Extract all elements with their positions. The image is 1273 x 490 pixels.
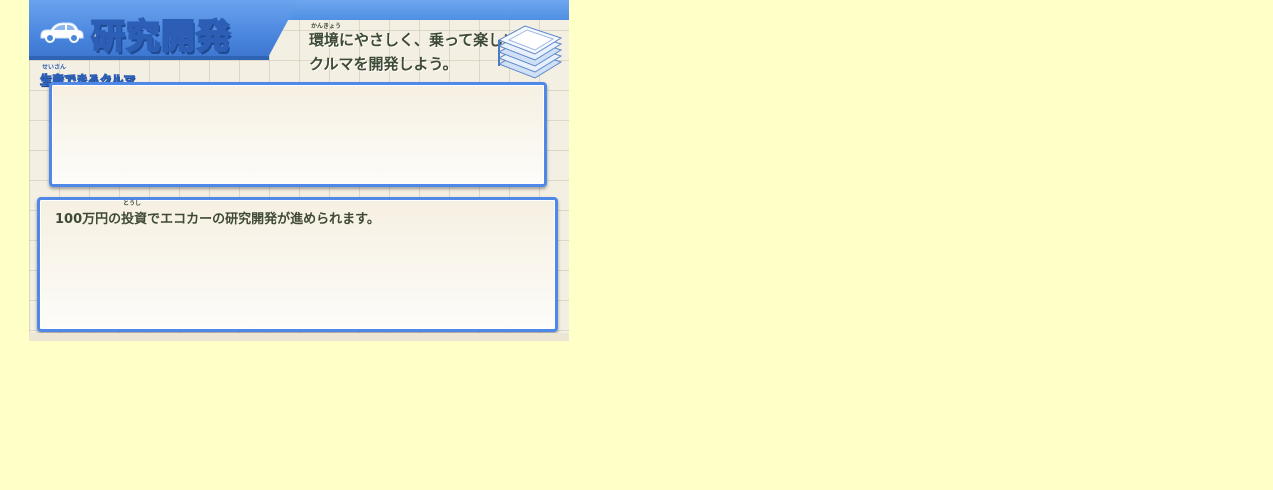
ruby-toushi: とうし (123, 200, 142, 207)
book-stack-icon (497, 25, 563, 79)
info-panel: とうし 100万円の投資でエコカーの研究開発が進められます。 (37, 197, 558, 332)
description-line-1: 環境にやさしく、乗って楽しい (309, 31, 519, 49)
game-screen: 研究開発 かんきょう 環境にやさしく、乗って楽しい クルマを開発しよう。 せいさ… (29, 0, 569, 341)
info-text: 100万円の投資でエコカーの研究開発が進められます。 (55, 212, 380, 227)
section-ruby: せいさん (42, 64, 67, 71)
description-line-2: クルマを開発しよう。 (309, 55, 458, 73)
producible-cars-panel (49, 82, 547, 187)
car-icon (40, 22, 84, 43)
bottom-strip (29, 333, 569, 341)
page-title: 研究開発 (90, 16, 231, 58)
